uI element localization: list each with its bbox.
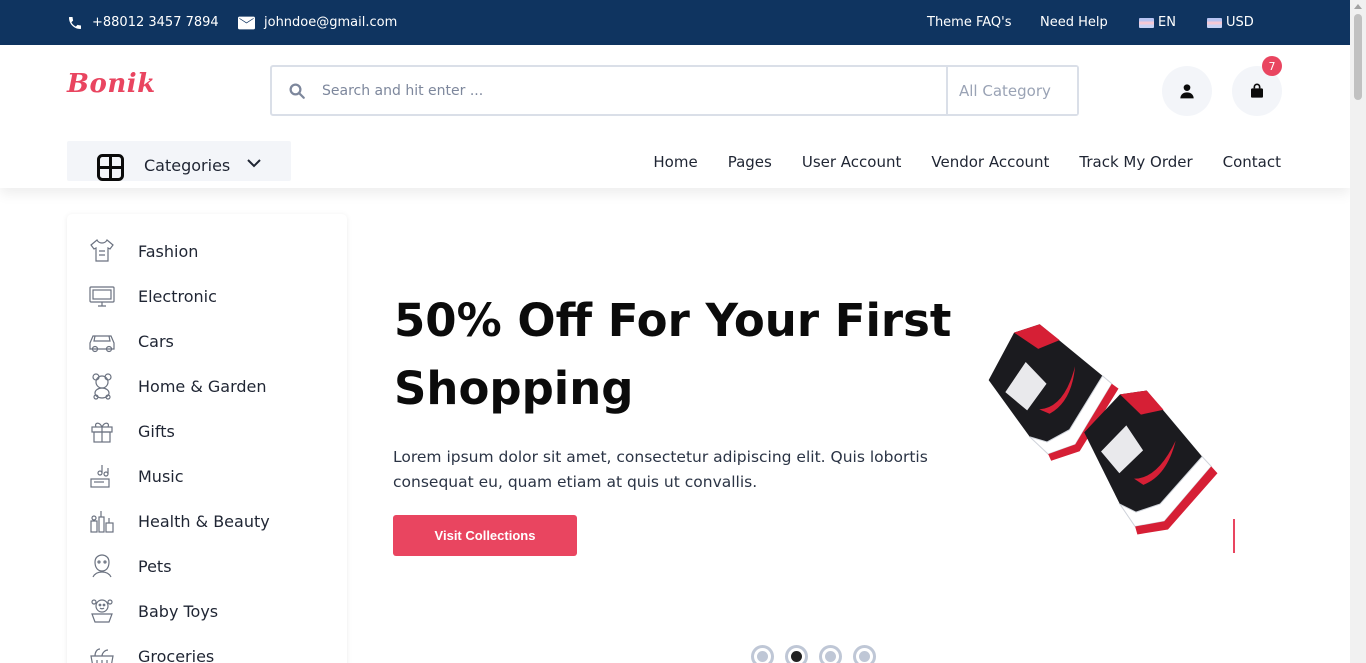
flag-icon — [1139, 17, 1154, 28]
sidebar-item-pets[interactable]: Pets — [87, 551, 172, 581]
help-label: Need Help — [1040, 15, 1108, 30]
scrollbar-thumb[interactable] — [1354, 14, 1362, 100]
hero-title: 50% Off For Your First Shopping — [394, 287, 954, 423]
visit-collections-button[interactable]: Visit Collections — [393, 515, 577, 556]
mail-icon — [238, 16, 255, 29]
category-sidebar: Fashion Electronic Cars Home & Garden Gi… — [67, 214, 347, 663]
pet-icon — [87, 551, 117, 581]
chevron-down-icon — [247, 159, 261, 168]
sidebar-item-gifts[interactable]: Gifts — [87, 416, 175, 446]
currency-label: USD — [1226, 15, 1254, 30]
carousel-dot[interactable] — [819, 645, 842, 663]
sidebar-item-label: Cars — [138, 331, 174, 351]
email-address: johndoe@gmail.com — [264, 15, 398, 30]
nav-contact[interactable]: Contact — [1223, 153, 1281, 171]
grid-icon — [97, 154, 124, 181]
sidebar-item-health-beauty[interactable]: Health & Beauty — [87, 506, 270, 536]
nav-user-account[interactable]: User Account — [802, 153, 902, 171]
hero-title-line: 50% Off For Your First — [394, 294, 952, 347]
search-input[interactable] — [322, 67, 946, 114]
categories-dropdown-button[interactable]: Categories — [67, 141, 291, 181]
phone-contact[interactable]: +88012 3457 7894 — [67, 0, 219, 45]
sidebar-item-music[interactable]: Music — [87, 461, 184, 491]
top-bar: +88012 3457 7894 johndoe@gmail.com Theme… — [0, 0, 1350, 45]
language-label: EN — [1158, 15, 1176, 30]
dress-icon — [87, 236, 117, 266]
nav-track-my-order[interactable]: Track My Order — [1079, 153, 1192, 171]
cart-button[interactable]: 7 — [1232, 56, 1282, 116]
logo[interactable]: Bonik — [67, 69, 156, 99]
sidebar-item-home-garden[interactable]: Home & Garden — [87, 371, 267, 401]
page-scrollbar[interactable] — [1350, 0, 1366, 663]
user-account-button[interactable] — [1162, 66, 1212, 116]
category-select[interactable]: All Category — [946, 67, 1077, 114]
cosmetics-icon — [87, 506, 117, 536]
header: Bonik All Category 7 Categories Home Pag… — [0, 45, 1350, 188]
sidebar-item-fashion[interactable]: Fashion — [87, 236, 198, 266]
sidebar-item-label: Home & Garden — [138, 376, 267, 396]
scroll-up-arrow-icon[interactable] — [1354, 4, 1362, 9]
sidebar-item-groceries[interactable]: Groceries — [87, 641, 214, 663]
carousel-dot[interactable] — [853, 645, 876, 663]
currency-selector[interactable]: USD — [1207, 0, 1254, 45]
teddy-bear-icon — [87, 371, 117, 401]
monitor-icon — [87, 281, 117, 311]
search-bar: All Category — [270, 65, 1079, 116]
flag-icon — [1207, 17, 1222, 28]
sidebar-item-label: Gifts — [138, 421, 175, 441]
need-help-link[interactable]: Need Help — [1040, 0, 1108, 45]
shopping-bag-icon — [1251, 83, 1263, 98]
carousel-dots — [751, 645, 876, 663]
car-icon — [87, 326, 117, 356]
nav-vendor-account[interactable]: Vendor Account — [931, 153, 1049, 171]
sidebar-item-label: Electronic — [138, 286, 217, 306]
main-navigation: Home Pages User Account Vendor Account T… — [653, 153, 1281, 171]
sidebar-item-label: Music — [138, 466, 184, 486]
sidebar-item-label: Fashion — [138, 241, 199, 261]
sidebar-item-electronic[interactable]: Electronic — [87, 281, 217, 311]
email-contact[interactable]: johndoe@gmail.com — [238, 0, 397, 45]
phone-number: +88012 3457 7894 — [92, 15, 219, 30]
sidebar-item-label: Pets — [138, 556, 172, 576]
nav-home[interactable]: Home — [653, 153, 697, 171]
categories-label: Categories — [144, 156, 231, 175]
user-icon — [1180, 84, 1194, 99]
theme-faq-link[interactable]: Theme FAQ's — [927, 0, 1012, 45]
language-selector[interactable]: EN — [1139, 0, 1176, 45]
sidebar-item-cars[interactable]: Cars — [87, 326, 174, 356]
sidebar-item-label: Groceries — [138, 646, 215, 663]
sidebar-item-label: Health & Beauty — [138, 511, 270, 531]
slider-accent-line — [1233, 519, 1235, 553]
sneakers-image — [988, 324, 1218, 535]
carousel-dot-active[interactable] — [785, 645, 808, 663]
faq-label: Theme FAQ's — [927, 15, 1012, 30]
groceries-icon — [87, 641, 117, 663]
nav-pages[interactable]: Pages — [728, 153, 772, 171]
phone-icon — [69, 16, 81, 29]
cart-count-badge: 7 — [1262, 56, 1282, 76]
search-icon — [272, 82, 322, 100]
hero-title-line: Shopping — [394, 362, 634, 415]
hero-description: Lorem ipsum dolor sit amet, consectetur … — [393, 448, 928, 491]
gift-icon — [87, 416, 117, 446]
sidebar-item-baby-toys[interactable]: Baby Toys — [87, 596, 218, 626]
carousel-dot[interactable] — [751, 645, 774, 663]
music-icon — [87, 461, 117, 491]
baby-icon — [87, 596, 117, 626]
sidebar-item-label: Baby Toys — [138, 601, 219, 621]
